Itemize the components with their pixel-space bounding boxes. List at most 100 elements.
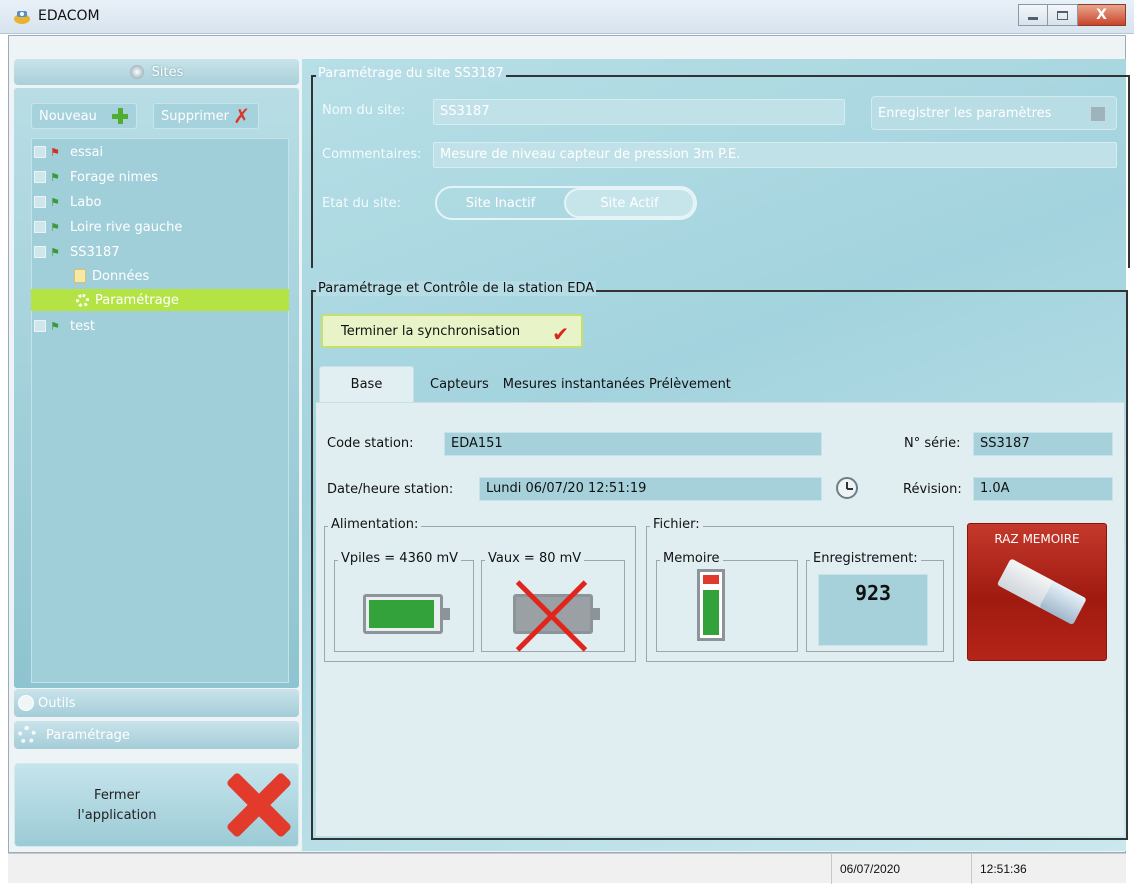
clock-icon[interactable] (836, 477, 858, 499)
window-title: EDACOM (38, 8, 100, 24)
power-legend: Alimentation: (328, 517, 422, 532)
sites-tree: ⚑ essai ⚑ Forage nimes ⚑ Labo ⚑ Loire ri… (31, 138, 289, 683)
site-active-option[interactable]: Site Actif (564, 188, 695, 218)
tab-prelevement[interactable]: Prélèvement (649, 366, 739, 402)
sites-icon (129, 65, 144, 79)
eraser-icon (991, 558, 1087, 635)
battery-terminal (443, 608, 450, 620)
memory-fieldset (656, 560, 798, 652)
tree-item-forage-nimes[interactable]: ⚑ Forage nimes (34, 166, 158, 188)
tools-section-header[interactable]: Outils (14, 689, 299, 717)
settings-section-header[interactable]: Paramétrage (14, 721, 299, 749)
tab-base[interactable]: Base (319, 366, 414, 402)
revision-label: Révision: (903, 482, 962, 497)
check-icon: ✔ (552, 322, 569, 346)
plus-icon (112, 108, 128, 124)
app-icon (13, 9, 31, 25)
serial-label: N° série: (904, 436, 961, 451)
status-date: 06/07/2020 (831, 854, 971, 884)
battery-terminal (593, 608, 600, 620)
tree-item-donnees[interactable]: Données (74, 265, 149, 287)
file-legend: Fichier: (650, 517, 703, 532)
close-icon: X (1096, 7, 1107, 23)
sites-label: Sites (151, 64, 184, 80)
comments-field[interactable]: Mesure de niveau capteur de pression 3m … (433, 142, 1117, 168)
sites-panel: Nouveau Supprimer ✗ ⚑ essai ⚑ Forage nim… (14, 88, 299, 688)
battery-icon (363, 594, 450, 634)
tree-label: Données (92, 268, 150, 284)
site-icon (34, 246, 46, 258)
tools-label: Outils (38, 695, 76, 711)
tree-label: Loire rive gauche (70, 219, 183, 235)
delete-site-button[interactable]: Supprimer ✗ (153, 103, 259, 129)
status-bar: 06/07/2020 12:51:36 (8, 853, 1126, 884)
tree-item-parametrage[interactable]: Paramétrage (31, 289, 289, 311)
station-group-border (311, 838, 1128, 840)
tab-capteurs[interactable]: Capteurs (414, 366, 497, 402)
site-name-field[interactable]: SS3187 (433, 99, 845, 125)
reset-memory-button[interactable]: RAZ MEMOIRE (967, 523, 1107, 661)
file-icon (74, 269, 86, 283)
flag-icon: ⚑ (50, 245, 60, 259)
flag-icon: ⚑ (50, 319, 60, 333)
close-window-button[interactable]: X (1078, 4, 1126, 26)
maximize-button[interactable] (1048, 4, 1078, 26)
flag-icon: ⚑ (50, 145, 60, 159)
disabled-x-icon (512, 576, 592, 656)
station-group-title: Paramétrage et Contrôle de la station ED… (316, 281, 597, 296)
battery-fill (369, 600, 434, 628)
record-count: 923 (818, 574, 928, 646)
minimize-icon (1028, 16, 1038, 20)
memory-gauge-cap (703, 575, 719, 584)
revision-field: 1.0A (973, 477, 1113, 501)
site-icon (34, 146, 46, 158)
tree-item-test[interactable]: ⚑ test (34, 315, 95, 337)
save-settings-label: Enregistrer les paramètres (878, 105, 1052, 121)
tree-label: essai (70, 144, 104, 160)
tree-label: SS3187 (70, 244, 120, 260)
tree-item-ss3187[interactable]: ⚑ SS3187 (34, 241, 120, 263)
end-sync-button[interactable]: Terminer la synchronisation ✔ (321, 314, 583, 348)
flag-icon: ⚑ (50, 170, 60, 184)
vpiles-legend: Vpiles = 4360 mV (338, 551, 462, 566)
new-site-button[interactable]: Nouveau (31, 103, 137, 129)
sites-header[interactable]: Sites (14, 59, 299, 85)
end-sync-label: Terminer la synchronisation (341, 323, 521, 339)
flag-icon: ⚑ (50, 195, 60, 209)
tree-label: test (70, 318, 95, 334)
memory-gauge-fill (703, 590, 719, 635)
status-time: 12:51:36 (971, 854, 1126, 884)
tools-icon (18, 695, 34, 711)
flag-icon: ⚑ (50, 220, 60, 234)
station-code-field[interactable]: EDA151 (444, 432, 822, 456)
site-icon (34, 196, 46, 208)
site-icon (34, 171, 46, 183)
maximize-icon (1057, 10, 1068, 20)
site-name-label: Nom du site: (322, 103, 405, 118)
record-legend: Enregistrement: (810, 551, 921, 566)
settings-label: Paramétrage (46, 727, 130, 743)
serial-field: SS3187 (973, 432, 1113, 456)
memory-legend: Memoire (660, 551, 723, 566)
site-inactive-option[interactable]: Site Inactif (437, 188, 564, 218)
tab-mesures-instantanees[interactable]: Mesures instantanées (497, 366, 649, 402)
minimize-button[interactable] (1018, 4, 1048, 26)
site-settings-title: Paramétrage du site SS3187 (316, 66, 506, 81)
station-tabs: Base Capteurs Mesures instantanées Prélè… (319, 366, 739, 402)
tree-label: Forage nimes (70, 169, 158, 185)
reset-memory-label: RAZ MEMOIRE (994, 532, 1080, 546)
floppy-icon (1090, 106, 1106, 122)
tree-label: Labo (70, 194, 102, 210)
gear-icon (18, 726, 36, 744)
tree-item-essai[interactable]: ⚑ essai (34, 141, 103, 163)
vaux-legend: Vaux = 80 mV (485, 551, 585, 566)
save-settings-button[interactable]: Enregistrer les paramètres (871, 96, 1117, 130)
tree-item-labo[interactable]: ⚑ Labo (34, 191, 101, 213)
site-state-toggle: Site Inactif Site Actif (435, 186, 697, 220)
station-datetime-field: Lundi 06/07/20 12:51:19 (479, 477, 822, 501)
close-application-button[interactable]: Fermer l'application (14, 763, 299, 847)
memory-gauge (697, 569, 725, 641)
close-icon (223, 770, 293, 840)
site-icon (34, 320, 46, 332)
tree-item-loire-rive-gauche[interactable]: ⚑ Loire rive gauche (34, 216, 182, 238)
